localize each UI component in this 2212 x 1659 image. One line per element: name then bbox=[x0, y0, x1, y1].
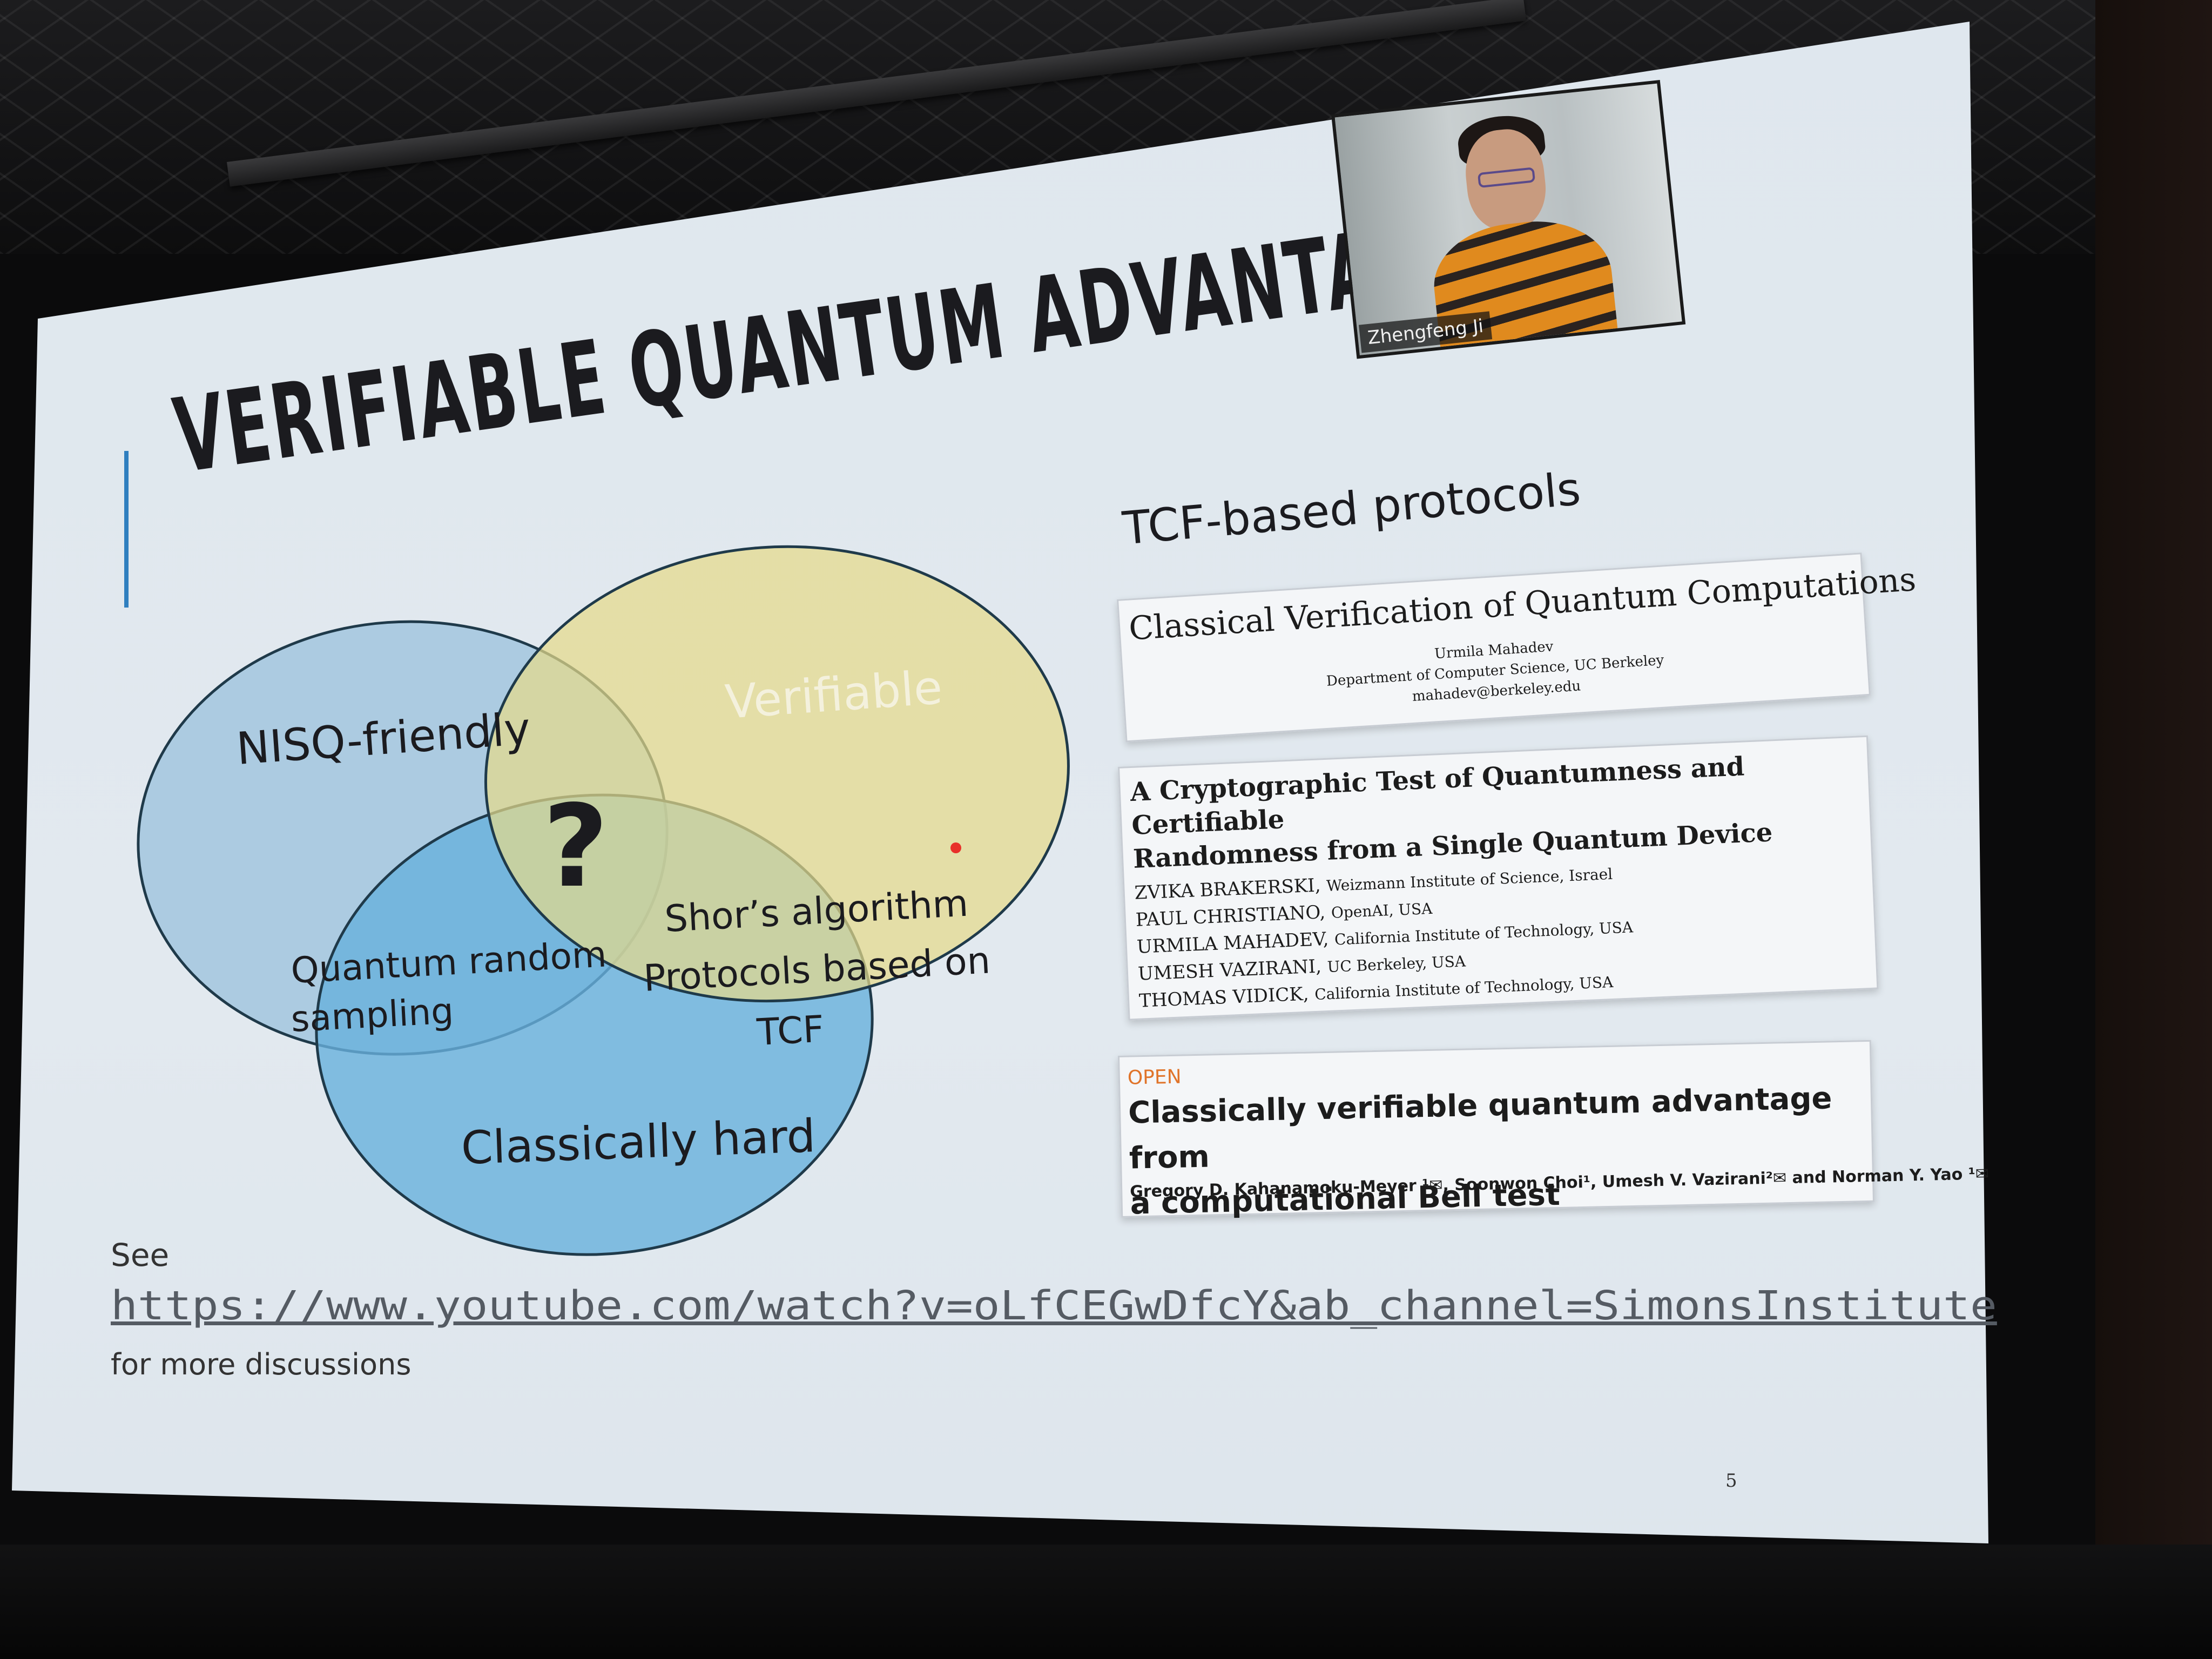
paper-title-line: Classically verifiable quantum advantage… bbox=[1128, 1081, 1833, 1176]
room-floor bbox=[0, 1545, 2212, 1659]
author-name: URMILA MAHADEV, bbox=[1136, 928, 1330, 958]
participant-name-tag: Zhengfeng Ji bbox=[1359, 311, 1493, 353]
author-affiliation: California Institute of Technology, USA bbox=[1334, 918, 1634, 949]
see-text: See bbox=[111, 1237, 170, 1273]
question-mark: ? bbox=[543, 780, 609, 913]
paper-card-brakerski: A Cryptographic Test of Quantumness and … bbox=[1118, 735, 1879, 1021]
author-affiliation: Weizmann Institute of Science, Israel bbox=[1326, 865, 1613, 895]
open-access-badge: OPEN bbox=[1127, 1065, 1182, 1089]
paper-title: Classically verifiable quantum advantage… bbox=[1128, 1075, 1873, 1227]
author-affiliation: OpenAI, USA bbox=[1331, 899, 1433, 922]
author-name: THOMAS VIDICK, bbox=[1138, 983, 1310, 1012]
venn-diagram: NISQ-friendly Verifiable ? Quantum rando… bbox=[137, 545, 1070, 1256]
laser-dot bbox=[950, 842, 961, 853]
author-name: UMESH VAZIRANI, bbox=[1137, 955, 1322, 985]
paper-title: A Cryptographic Test of Quantumness and … bbox=[1130, 745, 1871, 876]
presentation-slide: VERIFIABLE QUANTUM ADVANTAGE NISQ-friend… bbox=[0, 0, 2212, 1659]
shor-label-3: TCF bbox=[756, 1008, 825, 1054]
author-affiliation: UC Berkeley, USA bbox=[1327, 952, 1466, 976]
page-number: 5 bbox=[1725, 1470, 1737, 1492]
more-discussions-text: for more discussions bbox=[111, 1347, 412, 1381]
youtube-link[interactable]: https://www.youtube.com/watch?v=oLfCEGwD… bbox=[111, 1283, 1997, 1329]
paper-card-kahanamoku-meyer: OPEN Classically verifiable quantum adva… bbox=[1118, 1040, 1989, 1222]
author-name: PAUL CHRISTIANO, bbox=[1135, 901, 1326, 931]
author-name: ZVIKA BRAKERSKI, bbox=[1134, 874, 1321, 904]
quantum-random-label-2: sampling bbox=[290, 990, 455, 1040]
author-affiliation: California Institute of Technology, USA bbox=[1314, 973, 1614, 1004]
video-thumbnail[interactable]: Zhengfeng Ji bbox=[1331, 80, 1686, 359]
